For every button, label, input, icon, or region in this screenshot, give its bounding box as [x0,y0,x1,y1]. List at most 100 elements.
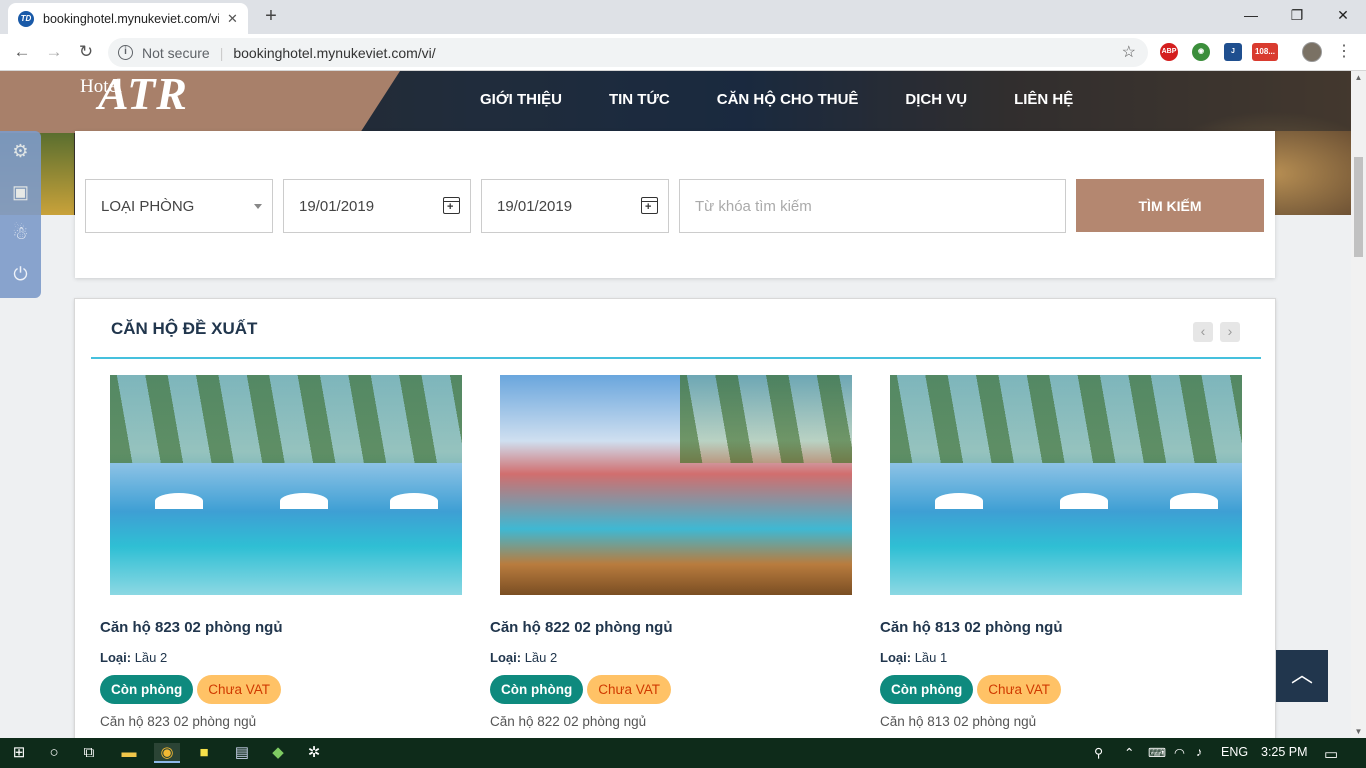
slack-icon[interactable]: ✲ [304,743,324,763]
apartment-type: Loại: Lầu 2 [100,650,168,665]
apartment-image[interactable] [890,375,1242,595]
nav-services[interactable]: DỊCH VỤ [905,91,967,108]
clock[interactable]: 3:25 PM [1261,745,1308,759]
page-scrollbar[interactable]: ▲ ▼ [1351,71,1366,738]
profile-avatar[interactable] [1302,42,1322,62]
vat-badge: Chưa VAT [977,675,1062,704]
mail-extension-icon[interactable]: 108... [1252,43,1278,61]
apartment-name[interactable]: Căn hộ 823 02 phòng ngủ [100,619,462,636]
nav-apartments[interactable]: CĂN HỘ CHO THUÊ [717,91,859,108]
vat-badge: Chưa VAT [197,675,282,704]
scroll-down-icon[interactable]: ▼ [1351,727,1366,736]
keyword-placeholder: Từ khóa tìm kiếm [695,197,812,215]
room-type-value: LOẠI PHÒNG [101,197,195,215]
layout-icon[interactable]: ▣ [0,172,41,213]
nav-contact[interactable]: LIÊN HỆ [1014,91,1073,108]
volume-icon[interactable]: ♪ [1196,745,1202,759]
carousel-prev-icon[interactable]: ‹ [1193,322,1213,342]
browser-tab[interactable]: TD bookinghotel.mynukeviet.com/vi/ ✕ [8,3,248,34]
nav-news[interactable]: TIN TỨC [609,91,670,108]
nav-about[interactable]: GIỚI THIỆU [480,91,562,108]
logo-atr-text[interactable]: ATR [98,71,188,120]
info-icon[interactable]: i [118,45,133,60]
checkout-date-field[interactable]: 19/01/2019 + [481,179,669,233]
windows-taskbar: ⊞ ○ ⧉ ▬ ◉ ■ ▤ ◆ ✲ ⚲ ⌃ ⌨ ◠ ♪ ENG 3:25 PM … [0,738,1366,768]
new-tab-icon[interactable]: + [260,5,282,28]
scroll-up-icon[interactable]: ▲ [1351,73,1366,82]
browser-toolbar: ← → ↻ i Not secure | bookinghotel.mynuke… [0,34,1366,71]
back-icon[interactable]: ← [10,40,34,64]
address-bar[interactable]: i Not secure | bookinghotel.mynukeviet.c… [108,38,1148,67]
apartment-description: Căn hộ 823 02 phòng ngủ [100,714,257,729]
apartment-card[interactable]: Căn hộ 822 02 phòng ngủ Loại: Lầu 2 Còn … [490,375,852,729]
url-text: bookinghotel.mynukeviet.com/vi/ [233,44,436,61]
notifications-icon[interactable]: ▭ [1324,745,1338,763]
wifi-icon[interactable]: ◠ [1174,745,1185,760]
main-navbar: Hotel ATR GIỚI THIỆU TIN TỨC CĂN HỘ CHO … [0,71,1351,133]
j-extension-icon[interactable]: J [1224,43,1242,61]
logo-background [0,71,400,133]
people-icon[interactable]: ⚲ [1094,745,1103,760]
app-icon[interactable]: ▤ [232,743,252,763]
file-explorer-icon[interactable]: ▬ [119,743,139,763]
git-icon[interactable]: ◆ [268,743,288,763]
task-view-icon[interactable]: ⧉ [79,743,99,763]
site-favicon-icon: TD [18,10,34,27]
apartment-type: Loại: Lầu 1 [880,650,948,665]
sticky-notes-icon[interactable]: ■ [194,743,214,763]
apartment-type: Loại: Lầu 2 [490,650,558,665]
apartment-name[interactable]: Căn hộ 813 02 phòng ngủ [880,619,1242,636]
search-circle-icon[interactable]: ○ [44,743,64,763]
checkout-date-value: 19/01/2019 [497,197,573,215]
apartment-badges: Còn phòng Chưa VAT [100,675,462,704]
chrome-icon[interactable]: ◉ [154,743,180,763]
scroll-thumb[interactable] [1354,157,1363,257]
chevron-down-icon [254,204,262,209]
availability-badge: Còn phòng [100,675,194,704]
bookmark-star-icon[interactable]: ☆ [1122,42,1136,62]
power-icon[interactable]: ⏻ [0,254,41,295]
nav-menu: GIỚI THIỆU TIN TỨC CĂN HỘ CHO THUÊ DỊCH … [480,91,1120,108]
apartment-card[interactable]: Căn hộ 823 02 phòng ngủ Loại: Lầu 2 Còn … [100,375,462,729]
apartment-description: Căn hộ 813 02 phòng ngủ [880,714,1037,729]
side-toolbox: ⚙ ▣ ☃ ⏻ [0,131,41,298]
close-window-icon[interactable]: ✕ [1320,4,1366,26]
checkin-date-field[interactable]: 19/01/2019 + [283,179,471,233]
reload-icon[interactable]: ↻ [74,40,98,64]
close-tab-icon[interactable]: ✕ [227,11,238,27]
maximize-icon[interactable]: ❐ [1274,4,1320,26]
chevron-up-icon[interactable]: ⌃ [1124,745,1134,760]
apartment-badges: Còn phòng Chưa VAT [880,675,1242,704]
language-indicator[interactable]: ENG [1221,745,1248,759]
checkin-date-value: 19/01/2019 [299,197,375,215]
adblock-extension-icon[interactable]: ABP [1160,43,1178,61]
suggested-apartments-section: CĂN HỘ ĐỀ XUẤT ‹ › Căn hộ 823 02 phòng n… [74,298,1276,738]
room-type-select[interactable]: LOẠI PHÒNG [85,179,273,233]
apartment-badges: Còn phòng Chưa VAT [490,675,852,704]
input-method-icon[interactable]: ⌨ [1148,745,1166,760]
menu-icon[interactable]: ⋮ [1336,41,1352,61]
globe-extension-icon[interactable]: ◉ [1192,43,1210,61]
carousel-next-icon[interactable]: › [1220,322,1240,342]
search-button[interactable]: TÌM KIẾM [1076,179,1264,232]
calendar-icon[interactable]: + [641,197,658,214]
url-separator: | [219,44,224,61]
calendar-icon[interactable]: + [443,197,460,214]
user-icon[interactable]: ☃ [0,213,41,254]
apartment-description: Căn hộ 822 02 phòng ngủ [490,714,647,729]
minimize-icon[interactable]: — [1228,4,1274,26]
back-to-top-button[interactable]: ︿ [1276,650,1328,702]
availability-badge: Còn phòng [490,675,584,704]
apartment-image[interactable] [110,375,462,595]
vat-badge: Chưa VAT [587,675,672,704]
apartment-image[interactable] [500,375,852,595]
windows-start-icon[interactable]: ⊞ [9,743,29,763]
forward-icon[interactable]: → [42,40,66,64]
keyword-input[interactable]: Từ khóa tìm kiếm [679,179,1066,233]
apartment-name[interactable]: Căn hộ 822 02 phòng ngủ [490,619,852,636]
security-label: Not secure [142,44,210,61]
search-panel: LOẠI PHÒNG 19/01/2019 + 19/01/2019 + Từ … [75,131,1275,278]
availability-badge: Còn phòng [880,675,974,704]
settings-gears-icon[interactable]: ⚙ [0,131,41,172]
apartment-card[interactable]: Căn hộ 813 02 phòng ngủ Loại: Lầu 1 Còn … [880,375,1242,729]
